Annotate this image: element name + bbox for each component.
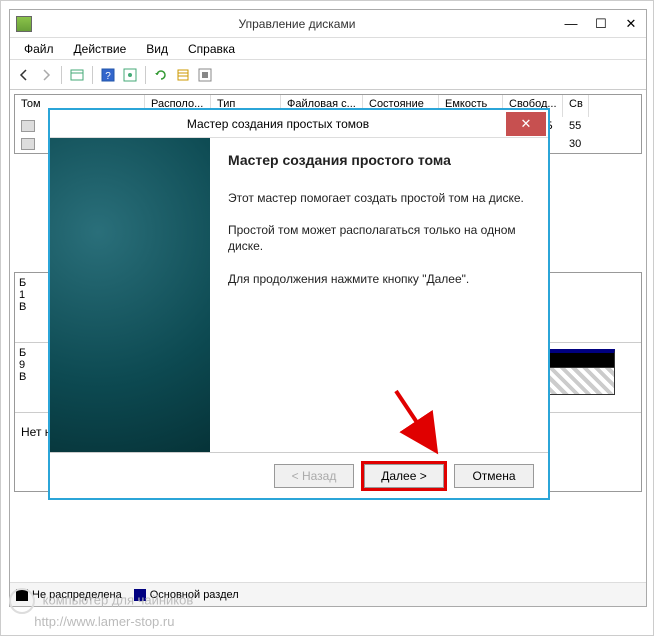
props-icon[interactable] bbox=[120, 65, 140, 85]
separator bbox=[92, 66, 93, 84]
partition-unallocated[interactable] bbox=[545, 367, 615, 395]
wizard-titlebar: Мастер создания простых томов ✕ bbox=[50, 110, 548, 138]
wizard-body: Мастер создания простого тома Этот масте… bbox=[50, 138, 548, 452]
volume-icon bbox=[21, 138, 35, 150]
cell-pct: 55 bbox=[563, 120, 589, 132]
close-button[interactable]: ✕ bbox=[616, 13, 646, 35]
simple-volume-wizard: Мастер создания простых томов ✕ Мастер с… bbox=[49, 109, 549, 499]
watermark-icon bbox=[9, 588, 35, 614]
wizard-content: Мастер создания простого тома Этот масте… bbox=[210, 138, 548, 452]
menu-file[interactable]: Файл bbox=[14, 39, 64, 59]
minimize-button[interactable]: — bbox=[556, 13, 586, 35]
wizard-close-button[interactable]: ✕ bbox=[506, 112, 546, 136]
cell-pct: 30 bbox=[563, 138, 589, 150]
svg-text:?: ? bbox=[105, 71, 111, 82]
help-icon[interactable]: ? bbox=[98, 65, 118, 85]
separator bbox=[61, 66, 62, 84]
cancel-button[interactable]: Отмена bbox=[454, 464, 534, 488]
view-icon[interactable] bbox=[67, 65, 87, 85]
col-pct[interactable]: Св bbox=[563, 95, 589, 117]
main-titlebar: Управление дисками — ☐ ✕ bbox=[10, 10, 646, 38]
next-button[interactable]: Далее > bbox=[364, 464, 444, 488]
menu-view[interactable]: Вид bbox=[136, 39, 178, 59]
app-icon bbox=[16, 16, 32, 32]
wizard-text: Простой том может располагаться только н… bbox=[228, 222, 530, 254]
volume-icon bbox=[21, 120, 35, 132]
separator bbox=[145, 66, 146, 84]
settings-icon[interactable] bbox=[195, 65, 215, 85]
window-title: Управление дисками bbox=[38, 17, 556, 31]
maximize-button[interactable]: ☐ bbox=[586, 13, 616, 35]
wizard-button-bar: < Назад Далее > Отмена bbox=[50, 452, 548, 498]
wizard-heading: Мастер создания простого тома bbox=[228, 152, 530, 168]
window-controls: — ☐ ✕ bbox=[556, 13, 646, 35]
wizard-sidebar-graphic bbox=[50, 138, 210, 452]
menubar: Файл Действие Вид Справка bbox=[10, 38, 646, 60]
menu-help[interactable]: Справка bbox=[178, 39, 245, 59]
menu-action[interactable]: Действие bbox=[64, 39, 137, 59]
forward-icon[interactable] bbox=[36, 65, 56, 85]
watermark-line2: http://www.lamer-stop.ru bbox=[34, 614, 174, 629]
back-icon[interactable] bbox=[14, 65, 34, 85]
toolbar: ? bbox=[10, 60, 646, 90]
list-icon[interactable] bbox=[173, 65, 193, 85]
wizard-text: Для продолжения нажмите кнопку "Далее". bbox=[228, 271, 530, 287]
wizard-title: Мастер создания простых томов bbox=[50, 117, 506, 131]
back-button: < Назад bbox=[274, 464, 354, 488]
refresh-icon[interactable] bbox=[151, 65, 171, 85]
watermark-line1: компьютер для чайников bbox=[43, 592, 194, 607]
watermark: компьютер для чайников http://www.lamer-… bbox=[9, 588, 193, 629]
wizard-text: Этот мастер помогает создать простой том… bbox=[228, 190, 530, 206]
